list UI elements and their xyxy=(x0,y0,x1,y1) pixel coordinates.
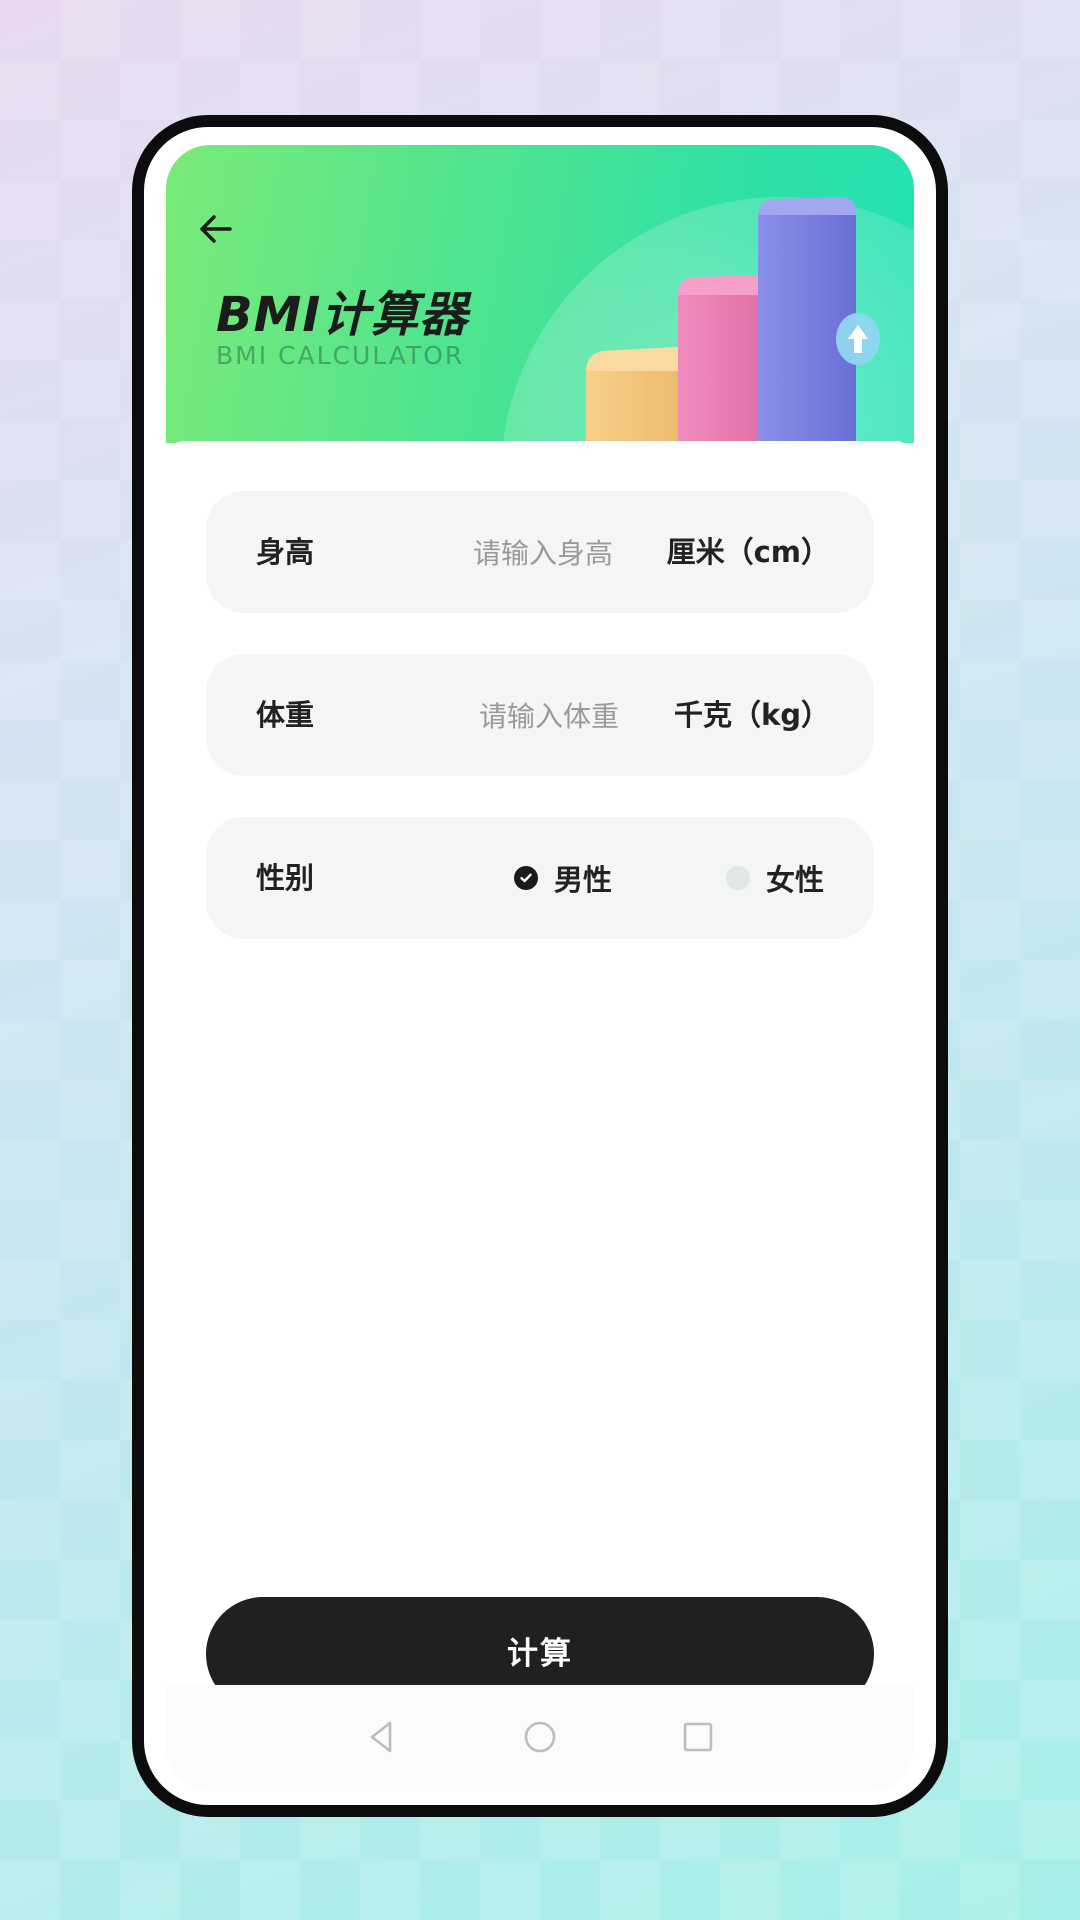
square-recents-icon[interactable] xyxy=(678,1717,718,1757)
form-content: 身高 厘米（cm） 体重 千克（kg） 性别 男性 xyxy=(166,441,914,1789)
radio-unchecked-icon xyxy=(726,866,750,890)
gender-label: 性别 xyxy=(256,861,315,895)
height-input[interactable] xyxy=(436,522,650,584)
triangle-back-icon[interactable] xyxy=(362,1717,402,1757)
system-nav-bar xyxy=(166,1685,914,1791)
weight-input[interactable] xyxy=(442,685,656,747)
gender-option-female-label: 女性 xyxy=(766,863,825,897)
gender-field-row: 性别 男性 女性 xyxy=(206,817,874,939)
gender-option-male-label: 男性 xyxy=(554,863,613,897)
weight-label: 体重 xyxy=(256,698,315,732)
weight-unit: 千克（kg） xyxy=(673,698,830,732)
height-field-row: 身高 厘米（cm） xyxy=(206,491,874,613)
gender-option-male[interactable]: 男性 xyxy=(514,817,612,939)
hero-header: BMI计算器 BMI CALCULATOR xyxy=(166,145,914,443)
check-circle-icon xyxy=(514,866,538,890)
circle-home-icon[interactable] xyxy=(520,1717,560,1757)
height-label: 身高 xyxy=(256,535,315,569)
weight-field-row: 体重 千克（kg） xyxy=(206,654,874,776)
phone-frame: BMI计算器 BMI CALCULATOR 身高 厘米（cm） 体重 千克（kg… xyxy=(132,115,948,1817)
app-screen: BMI计算器 BMI CALCULATOR 身高 厘米（cm） 体重 千克（kg… xyxy=(166,145,914,1791)
page-title: BMI计算器 xyxy=(216,287,469,343)
page-subtitle: BMI CALCULATOR xyxy=(216,341,465,370)
height-unit: 厘米（cm） xyxy=(666,535,830,569)
up-arrow-icon xyxy=(836,313,880,365)
back-arrow-icon[interactable] xyxy=(194,207,238,251)
gender-option-female[interactable]: 女性 xyxy=(726,817,824,939)
purple-bar xyxy=(758,197,856,443)
